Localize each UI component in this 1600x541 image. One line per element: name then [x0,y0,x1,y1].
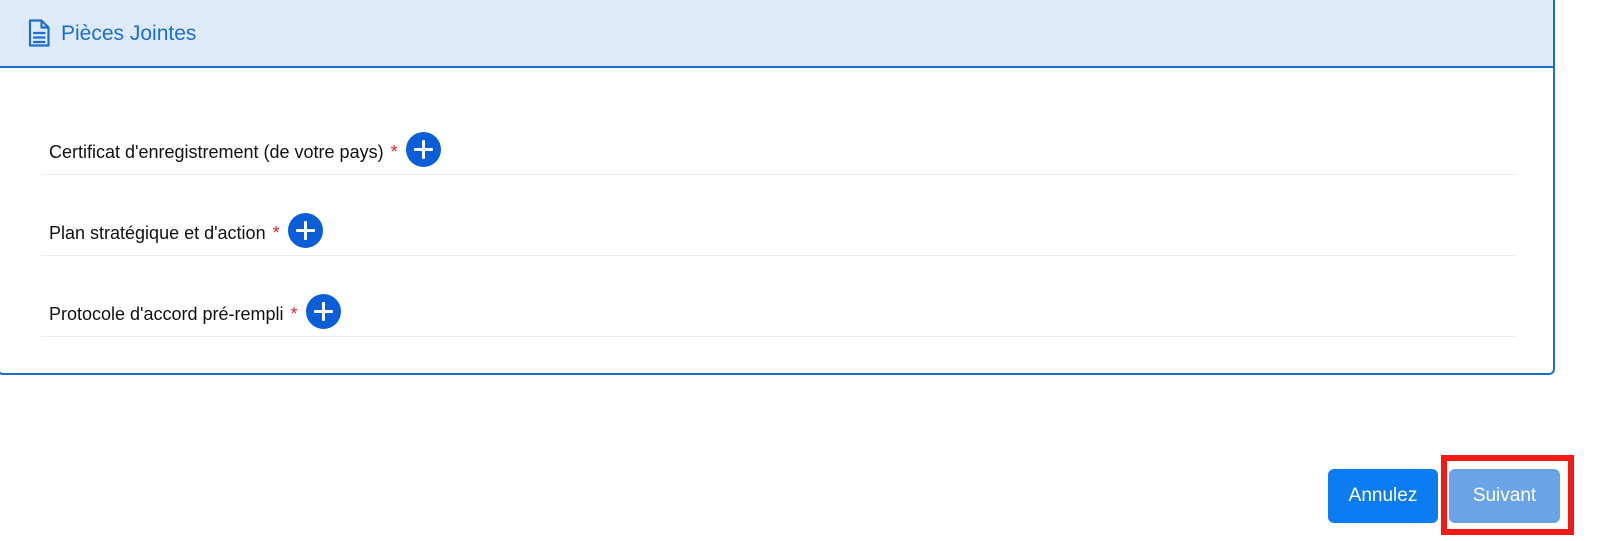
attachment-row: Certificat d'enregistrement (de votre pa… [41,93,1517,175]
add-attachment-button[interactable] [287,213,323,248]
attachment-label: Protocole d'accord pré-rempli [49,303,284,324]
next-button[interactable]: Suivant [1449,469,1560,523]
attachment-row: Plan stratégique et d'action * [41,174,1517,256]
required-asterisk: * [290,303,298,324]
attachment-row: Protocole d'accord pré-rempli * [41,255,1517,337]
attachments-card: Pièces Jointes Certificat d'enregistreme… [0,0,1555,375]
add-attachment-button[interactable] [305,294,341,329]
attachment-label: Certificat d'enregistrement (de votre pa… [49,141,384,162]
card-header: Pièces Jointes [0,0,1553,68]
cancel-button[interactable]: Annulez [1328,469,1438,523]
section-title: Pièces Jointes [61,22,197,45]
attachment-label: Plan stratégique et d'action [49,222,266,243]
required-asterisk: * [390,141,398,162]
required-asterisk: * [272,222,280,243]
add-attachment-button[interactable] [405,132,441,167]
document-icon [28,19,50,47]
